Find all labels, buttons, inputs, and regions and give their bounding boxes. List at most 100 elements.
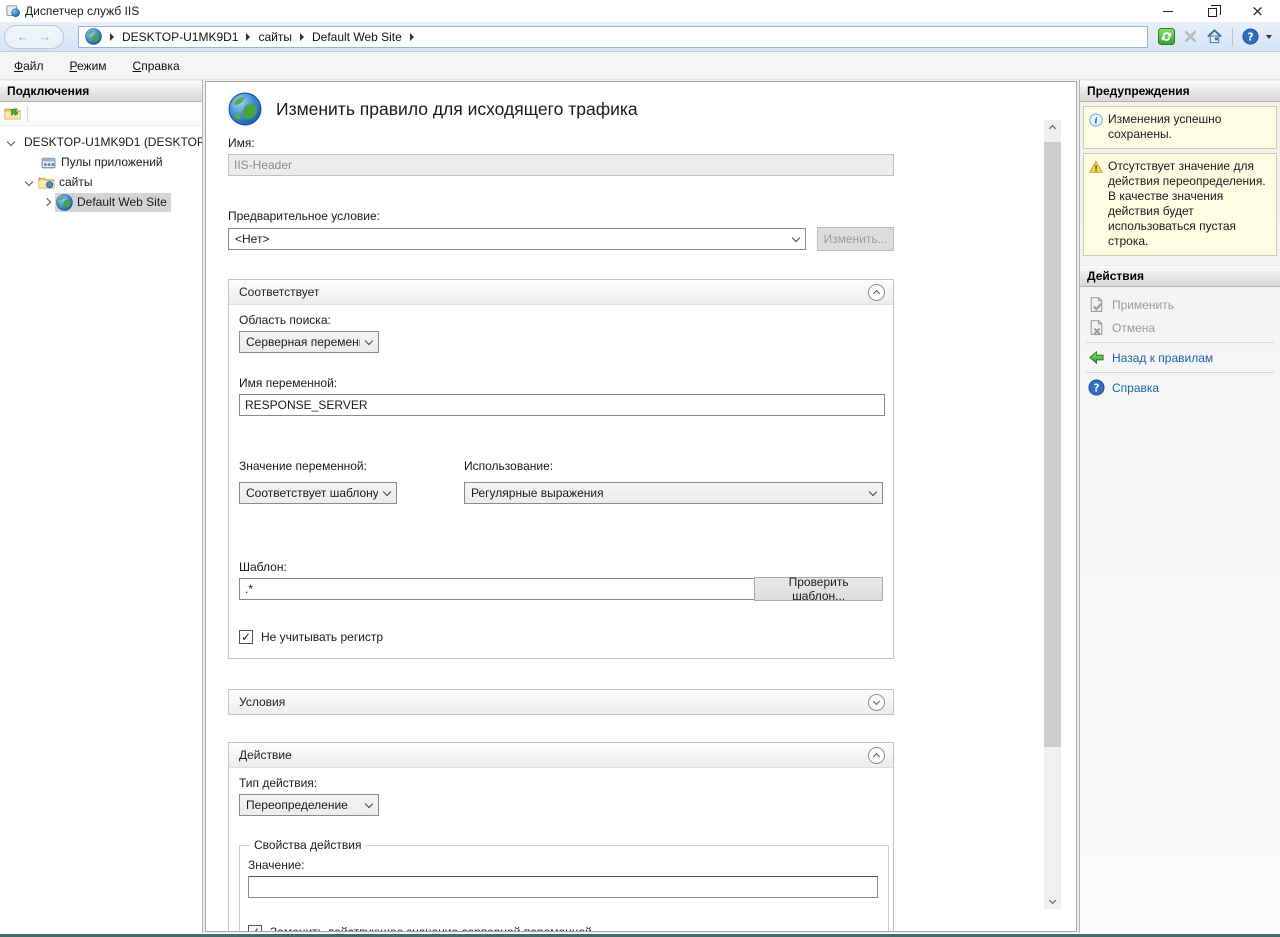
tree-item-label: Default Web Site: [77, 195, 167, 209]
back-to-rules-action[interactable]: Назад к правилам: [1080, 346, 1280, 369]
tree-item-app-pools[interactable]: Пулы приложений: [0, 152, 202, 172]
tree-item-default-web-site[interactable]: Default Web Site: [0, 192, 202, 212]
action-value-label: Значение:: [248, 858, 880, 872]
apply-action[interactable]: Применить: [1080, 293, 1280, 316]
connections-toolbar: [0, 102, 202, 126]
vertical-scrollbar[interactable]: [1044, 120, 1061, 909]
close-icon: ×: [1251, 4, 1264, 19]
help-action[interactable]: Справка: [1080, 376, 1280, 399]
ignore-case-checkbox-row[interactable]: ✓ Не учитывать регистр: [239, 630, 883, 644]
combo-chevron-icon: [383, 488, 391, 496]
match-section-header[interactable]: Соответствует: [229, 280, 893, 305]
scope-label: Область поиска:: [239, 313, 883, 327]
tree-item-label: DESKTOP-U1MK9D1 (DESKTOP: [24, 135, 202, 149]
forward-button[interactable]: →: [39, 31, 52, 43]
using-select[interactable]: Регулярные выражения: [464, 482, 883, 504]
precondition-select[interactable]: <Нет>: [228, 228, 806, 250]
match-section: Соответствует Область поиска: Серверная …: [228, 279, 894, 659]
collapse-section-button[interactable]: [868, 284, 885, 301]
test-pattern-button[interactable]: Проверить шаблон...: [754, 577, 883, 601]
scrollbar-thumb[interactable]: [1044, 142, 1061, 747]
selected-tree-item[interactable]: Default Web Site: [55, 193, 171, 212]
edit-precondition-button[interactable]: Изменить...: [817, 227, 894, 251]
stop-icon[interactable]: [1182, 28, 1199, 45]
chevron-up-icon: [873, 752, 880, 759]
menu-bar: Файл Режим Справка: [0, 52, 1280, 80]
chevron-down-icon: [1049, 897, 1056, 904]
menu-file[interactable]: Файл: [14, 59, 44, 73]
help-label: Справка: [1112, 381, 1159, 395]
conditions-section-title: Условия: [239, 695, 285, 709]
scope-select[interactable]: Серверная переменная: [239, 331, 379, 353]
breadcrumb-sites[interactable]: сайты: [258, 30, 292, 44]
info-icon: [1089, 113, 1103, 127]
connections-header: Подключения: [0, 80, 202, 102]
cancel-icon: [1088, 319, 1105, 336]
collapse-section-button[interactable]: [868, 747, 885, 764]
scope-value: Серверная переменная: [246, 335, 360, 349]
scroll-down-button[interactable]: [1044, 892, 1061, 909]
combo-chevron-icon: [869, 488, 877, 496]
action-type-label: Тип действия:: [239, 776, 883, 790]
using-value: Регулярные выражения: [471, 486, 604, 500]
save-connection-icon[interactable]: [4, 105, 21, 122]
apply-label: Применить: [1112, 298, 1174, 312]
precondition-label: Предварительное условие:: [228, 209, 1076, 223]
expander-down-icon[interactable]: [25, 178, 33, 186]
action-value-input[interactable]: [248, 876, 878, 898]
checkbox-checked-icon[interactable]: ✓: [239, 630, 253, 644]
warning-icon: [1089, 160, 1103, 174]
edit-outbound-rule-page: Изменить правило для исходящего трафика …: [205, 81, 1077, 932]
chevron-down-icon: [873, 697, 880, 704]
expand-section-button[interactable]: [868, 694, 885, 711]
replace-value-checkbox-row[interactable]: ✓ Заменить действующее значение серверно…: [248, 925, 880, 932]
home-icon[interactable]: [1206, 28, 1223, 45]
nav-toolbar: [1158, 28, 1272, 46]
breadcrumb-server[interactable]: DESKTOP-U1MK9D1: [122, 30, 238, 44]
help-dropdown-icon[interactable]: [1266, 35, 1272, 39]
back-arrow-icon: [1088, 349, 1105, 366]
action-type-select[interactable]: Переопределение: [239, 794, 379, 816]
minimize-button[interactable]: [1145, 0, 1190, 22]
tree-item-server[interactable]: DESKTOP-U1MK9D1 (DESKTOP: [0, 132, 202, 152]
actions-list: Применить Отмена Назад к правилам Справк…: [1080, 287, 1280, 403]
connections-tree: DESKTOP-U1MK9D1 (DESKTOP Пулы приложений…: [0, 126, 202, 212]
action-section-header[interactable]: Действие: [229, 743, 893, 768]
address-bar[interactable]: DESKTOP-U1MK9D1 сайты Default Web Site: [78, 26, 1148, 48]
conditions-section-header[interactable]: Условия: [229, 690, 893, 714]
toolbar-separator: [27, 106, 28, 122]
globe-icon: [85, 28, 102, 45]
breadcrumb-arrow-icon: [246, 33, 250, 41]
expander-right-icon[interactable]: [43, 198, 51, 206]
combo-chevron-icon: [365, 800, 373, 808]
help-icon[interactable]: [1242, 28, 1259, 45]
toolbar-separator: [1232, 28, 1233, 46]
menu-view[interactable]: Режим: [70, 59, 107, 73]
app-pools-icon: [40, 154, 57, 171]
checkbox-checked-icon[interactable]: ✓: [248, 925, 262, 932]
breadcrumb-site[interactable]: Default Web Site: [312, 30, 402, 44]
pattern-label: Шаблон:: [239, 560, 883, 574]
cancel-label: Отмена: [1112, 321, 1155, 335]
tree-item-sites[interactable]: сайты: [0, 172, 202, 192]
expander-down-icon[interactable]: [7, 138, 15, 146]
breadcrumb-arrow-icon: [300, 33, 304, 41]
action-properties-legend: Свойства действия: [250, 838, 365, 852]
restore-button[interactable]: [1190, 0, 1235, 22]
pattern-input[interactable]: [239, 578, 754, 600]
scroll-up-button[interactable]: [1044, 120, 1061, 137]
cancel-action[interactable]: Отмена: [1080, 316, 1280, 339]
tree-item-label: сайты: [59, 175, 93, 189]
back-button[interactable]: ←: [17, 31, 30, 43]
variable-name-input[interactable]: [239, 394, 885, 416]
site-globe-icon: [56, 194, 73, 211]
variable-value-select[interactable]: Соответствует шаблону: [239, 482, 397, 504]
restart-icon[interactable]: [1158, 28, 1175, 45]
action-section-title: Действие: [239, 748, 292, 762]
name-label: Имя:: [228, 136, 1076, 150]
iis-manager-window: Диспетчер служб IIS × ← → DESKTOP-U1MK9D…: [0, 0, 1280, 937]
menu-help[interactable]: Справка: [133, 59, 180, 73]
match-section-title: Соответствует: [239, 285, 319, 299]
close-button[interactable]: ×: [1235, 0, 1280, 22]
action-type-value: Переопределение: [246, 798, 348, 812]
